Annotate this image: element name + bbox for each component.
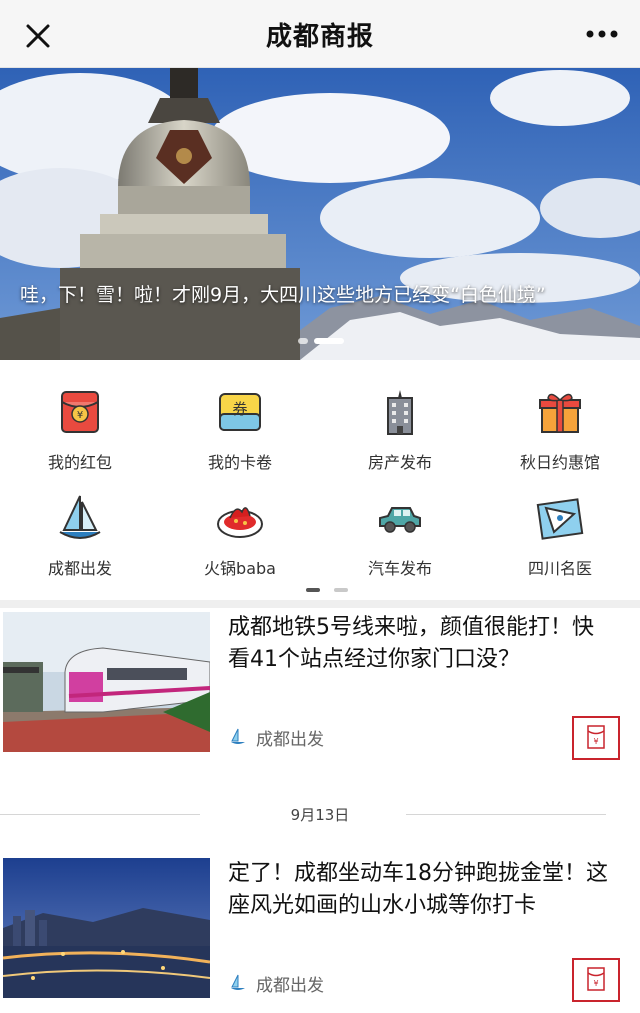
svg-text:¥: ¥ xyxy=(593,979,598,988)
grid-item-chengdu-departure[interactable]: 成都出发 xyxy=(0,466,160,578)
banner-caption: 哇，下！雪！啦！才刚9月，大四川这些地方已经变“白色仙境” xyxy=(20,284,546,306)
grid-item-label: 四川名医 xyxy=(527,559,592,578)
article-source: 成都出发 xyxy=(230,968,324,998)
grid-item-label: 成都出发 xyxy=(47,559,112,578)
source-name: 成都出发 xyxy=(256,729,324,750)
hotpot-icon xyxy=(217,507,263,538)
page-title: 成都商报 xyxy=(265,22,374,52)
grid-page-indicator-active[interactable] xyxy=(306,588,320,592)
article-card[interactable]: 定了！成都坐动车18分钟跑拢金堂！这座风光如画的山水小城等你打卡 成都出发 ¥ xyxy=(0,858,640,1002)
banner-carousel[interactable]: 哇，下！雪！啦！才刚9月，大四川这些地方已经变“白色仙境” xyxy=(0,68,640,360)
section-divider xyxy=(0,600,640,608)
date-separator: 9月13日 xyxy=(0,800,640,830)
coupon-icon: 券 xyxy=(219,393,261,431)
article-headline[interactable]: 定了！成都坐动车18分钟跑拢金堂！这座风光如画的山水小城等你打卡 xyxy=(228,858,608,922)
feature-grid: ¥ 我的红包 券 我的卡卷 房产发布 秋日约惠馆 成都出发 火锅baba 汽车发… xyxy=(0,360,640,600)
carousel-dot[interactable] xyxy=(298,338,308,344)
grid-item-car-release[interactable]: 汽车发布 xyxy=(320,466,480,578)
source-name: 成都出发 xyxy=(256,975,324,996)
svg-text:¥: ¥ xyxy=(77,410,83,421)
grid-item-autumn-deals[interactable]: 秋日约惠馆 xyxy=(480,360,640,472)
red-envelope-button[interactable]: ¥ xyxy=(572,958,620,1002)
banner-image xyxy=(0,68,640,360)
grid-item-sichuan-doctors[interactable]: 四川名医 xyxy=(480,466,640,578)
red-envelope-icon: ¥ xyxy=(587,725,605,749)
article-headline[interactable]: 成都地铁5号线来啦，颜值很能打！快看41个站点经过你家门口没？ xyxy=(228,612,608,676)
article-source: 成都出发 xyxy=(230,722,324,752)
source-logo-icon xyxy=(231,974,245,990)
carousel-dot-active[interactable] xyxy=(314,338,344,344)
grid-item-my-coupons[interactable]: 券 我的卡卷 xyxy=(160,360,320,472)
grid-item-real-estate[interactable]: 房产发布 xyxy=(320,360,480,472)
car-icon xyxy=(379,507,421,533)
grid-item-label: 火锅baba xyxy=(204,559,276,578)
building-icon xyxy=(387,390,413,435)
top-bar: 成都商报 xyxy=(0,0,640,68)
map-pin-icon xyxy=(536,498,584,540)
source-logo-icon xyxy=(231,728,245,744)
red-envelope-button[interactable]: ¥ xyxy=(572,716,620,760)
grid-item-label: 汽车发布 xyxy=(367,559,432,578)
svg-text:券: 券 xyxy=(232,400,247,418)
article-thumbnail xyxy=(3,612,210,752)
more-options-icon[interactable] xyxy=(580,18,624,50)
gift-box-icon xyxy=(539,393,581,433)
grid-item-hotpot-baba[interactable]: 火锅baba xyxy=(160,466,320,578)
sailboat-icon xyxy=(59,495,101,539)
article-card[interactable]: 成都地铁5号线来啦，颜值很能打！快看41个站点经过你家门口没？ 成都出发 ¥ xyxy=(0,612,640,760)
grid-page-indicator[interactable] xyxy=(334,588,348,592)
svg-text:¥: ¥ xyxy=(593,737,598,746)
article-thumbnail xyxy=(3,858,210,998)
red-envelope-icon: ¥ xyxy=(587,967,605,991)
red-envelope-icon: ¥ xyxy=(61,391,99,433)
grid-item-my-red-envelope[interactable]: ¥ 我的红包 xyxy=(0,360,160,472)
separator-line xyxy=(406,814,606,815)
